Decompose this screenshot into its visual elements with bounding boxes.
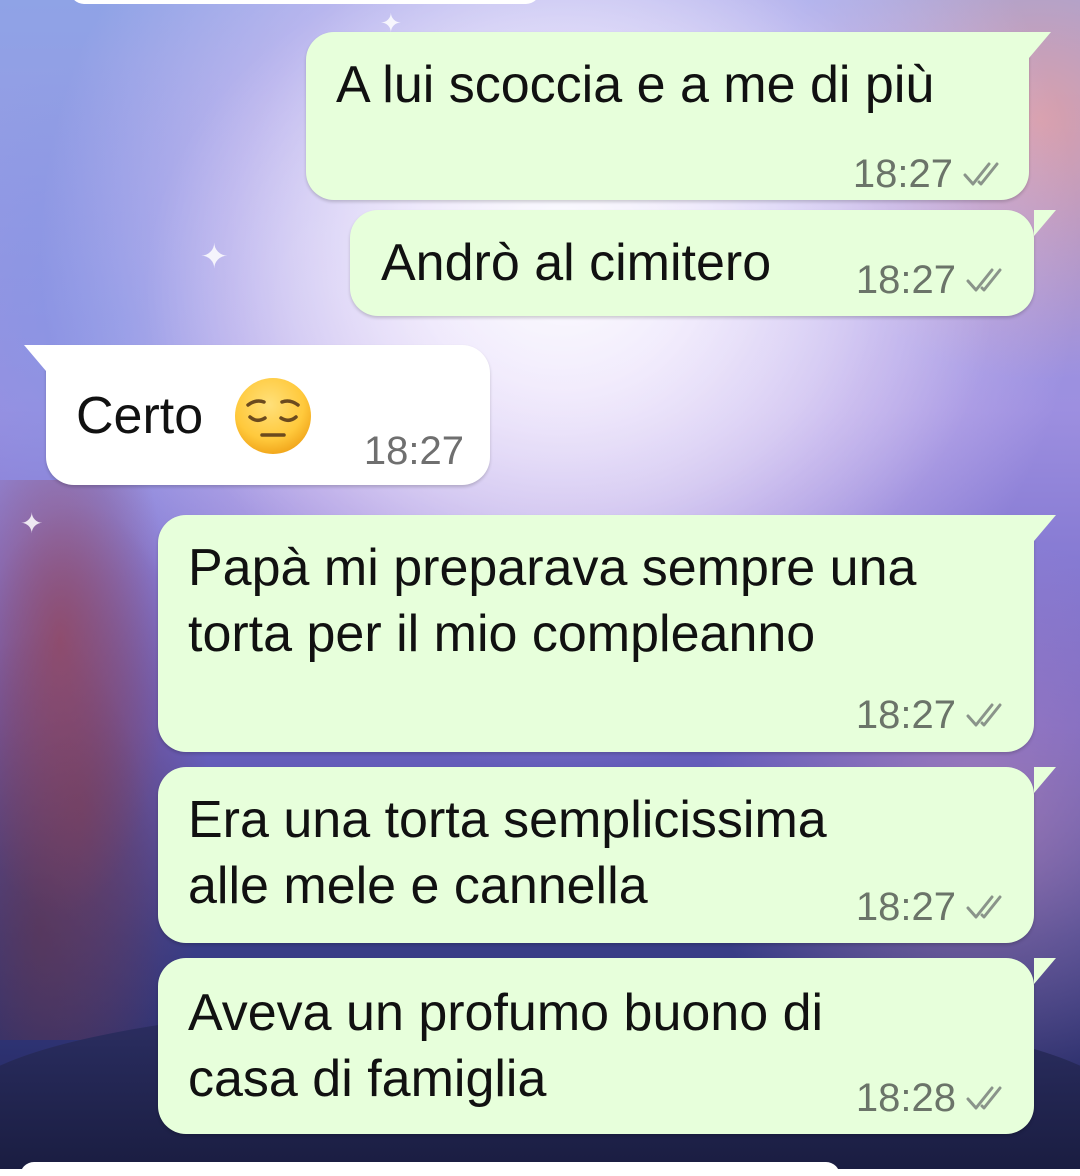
message-text: Aveva un profumo buono di casa di famigl…: [188, 984, 824, 1108]
pensive-face-emoji: [232, 375, 314, 457]
message-time: 18:27: [855, 258, 956, 302]
message-text: A lui scoccia e a me di più: [336, 56, 935, 114]
double-check-icon: [966, 1084, 1008, 1112]
message-text: Certo: [76, 387, 204, 445]
message-text: Era una torta semplicissima alle mele e …: [188, 791, 827, 915]
message-text: Andrò al cimitero: [381, 234, 772, 292]
message-meta: 18:28: [856, 1074, 1008, 1122]
outgoing-message-bubble[interactable]: Era una torta semplicissima alle mele e …: [158, 767, 1056, 943]
message-time: 18:27: [855, 693, 956, 737]
outgoing-message-bubble[interactable]: Andrò al cimitero 18:27: [350, 210, 1056, 316]
message-text: Papà mi preparava sempre una torta per i…: [188, 539, 917, 663]
message-meta: 18:27: [853, 150, 1005, 198]
message-time: 18:27: [852, 152, 953, 196]
message-meta: 18:27: [856, 883, 1008, 931]
message-meta: 18:27: [364, 427, 464, 475]
outgoing-message-bubble[interactable]: Papà mi preparava sempre una torta per i…: [158, 515, 1056, 752]
incoming-message-bubble[interactable]: Certo 18:27: [24, 345, 490, 485]
previous-message-bubble-edge[interactable]: [70, 0, 540, 4]
message-time: 18:27: [855, 885, 956, 929]
sparkle-icon: ✦: [20, 508, 44, 539]
double-check-icon: [966, 701, 1008, 729]
double-check-icon: [966, 893, 1008, 921]
next-message-bubble-edge[interactable]: [20, 1162, 840, 1176]
message-time: 18:28: [855, 1076, 956, 1120]
double-check-icon: [963, 160, 1005, 188]
outgoing-message-bubble[interactable]: A lui scoccia e a me di più 18:27: [306, 32, 1051, 200]
message-time: 18:27: [363, 429, 464, 473]
message-meta: 18:27: [856, 256, 1008, 304]
outgoing-message-bubble[interactable]: Aveva un profumo buono di casa di famigl…: [158, 958, 1056, 1134]
sparkle-icon: ✦: [200, 238, 229, 276]
double-check-icon: [966, 266, 1008, 294]
message-meta: 18:27: [856, 691, 1008, 739]
